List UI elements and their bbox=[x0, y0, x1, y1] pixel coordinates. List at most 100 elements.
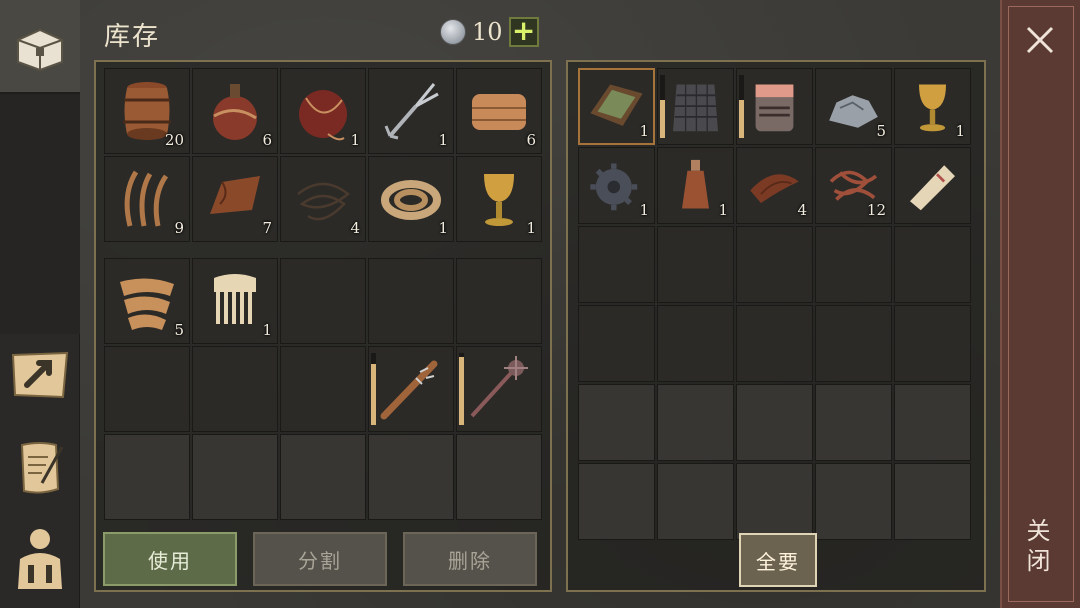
empty-slot[interactable] bbox=[736, 305, 813, 382]
empty-slot[interactable] bbox=[456, 258, 542, 344]
inventory-slot[interactable]: 4 bbox=[736, 147, 813, 224]
empty-slot[interactable] bbox=[456, 434, 542, 520]
close-label[interactable]: 关闭 bbox=[1019, 518, 1054, 578]
empty-slot[interactable] bbox=[815, 226, 892, 303]
silk-fabric-icon bbox=[111, 265, 183, 337]
item-quantity: 9 bbox=[174, 219, 184, 237]
waterskin-icon bbox=[287, 75, 359, 147]
empty-slot[interactable] bbox=[657, 384, 734, 461]
empty-slot[interactable] bbox=[736, 384, 813, 461]
inventory-grid: 20 6 1 1 6 9 7 4 1 1 bbox=[104, 68, 542, 242]
item-quantity: 20 bbox=[164, 131, 184, 149]
empty-slot[interactable] bbox=[815, 305, 892, 382]
empty-slot[interactable] bbox=[578, 305, 655, 382]
mace-icon bbox=[463, 353, 535, 425]
empty-slot[interactable] bbox=[894, 305, 971, 382]
gourd-flask-icon bbox=[199, 75, 271, 147]
item-quantity: 1 bbox=[526, 219, 536, 237]
item-quantity: 1 bbox=[350, 131, 360, 149]
inventory-slot[interactable]: 1 bbox=[280, 68, 366, 154]
empty-slot[interactable] bbox=[736, 226, 813, 303]
empty-slot[interactable] bbox=[280, 434, 366, 520]
inventory-slot[interactable]: 1 bbox=[368, 68, 454, 154]
item-quantity: 4 bbox=[797, 201, 807, 219]
sidebar-divider bbox=[0, 94, 80, 334]
empty-slot[interactable] bbox=[578, 384, 655, 461]
inventory-slot[interactable]: 5 bbox=[815, 68, 892, 145]
item-quantity: 5 bbox=[174, 321, 184, 339]
tab-character[interactable] bbox=[0, 515, 80, 605]
empty-slot[interactable] bbox=[578, 226, 655, 303]
sidebar bbox=[0, 0, 80, 608]
inventory-slot[interactable]: 1 bbox=[578, 68, 655, 145]
inventory-slot[interactable] bbox=[736, 68, 813, 145]
durability-bar bbox=[660, 75, 665, 138]
inventory-slot[interactable]: 1 bbox=[578, 147, 655, 224]
empty-slot[interactable] bbox=[657, 305, 734, 382]
empty-slot[interactable] bbox=[894, 384, 971, 461]
inventory-slot[interactable] bbox=[894, 147, 971, 224]
empty-slot[interactable] bbox=[368, 434, 454, 520]
empty-slot[interactable] bbox=[104, 346, 190, 432]
add-currency-button[interactable]: + bbox=[508, 17, 539, 47]
inventory-slot[interactable]: 1 bbox=[456, 156, 542, 242]
inventory-slot[interactable] bbox=[456, 346, 542, 432]
tab-crafting[interactable] bbox=[0, 335, 80, 415]
leather-scrap-icon bbox=[199, 163, 271, 235]
item-quantity: 1 bbox=[262, 321, 272, 339]
inventory-slot[interactable]: 1 bbox=[368, 156, 454, 242]
inventory-slot[interactable]: 9 bbox=[104, 156, 190, 242]
take-all-button[interactable]: 全要 bbox=[739, 533, 817, 587]
empty-slot[interactable] bbox=[815, 384, 892, 461]
empty-slot[interactable] bbox=[280, 258, 366, 344]
item-quantity: 1 bbox=[718, 201, 728, 219]
item-quantity: 6 bbox=[262, 131, 272, 149]
empty-slot[interactable] bbox=[894, 226, 971, 303]
currency-display: 10 + bbox=[440, 17, 539, 47]
inventory-slot[interactable]: 20 bbox=[104, 68, 190, 154]
empty-slot[interactable] bbox=[894, 463, 971, 540]
durability-bar bbox=[371, 353, 376, 425]
empty-slot[interactable] bbox=[815, 463, 892, 540]
inventory-slot[interactable]: 6 bbox=[192, 68, 278, 154]
empty-slot[interactable] bbox=[657, 463, 734, 540]
inventory-slot[interactable]: 4 bbox=[280, 156, 366, 242]
inventory-slot[interactable]: 7 bbox=[192, 156, 278, 242]
great-helm-icon bbox=[743, 75, 806, 138]
empty-slot[interactable] bbox=[192, 346, 278, 432]
empty-slot[interactable] bbox=[657, 226, 734, 303]
bone-comb-icon bbox=[199, 265, 271, 337]
close-icon[interactable] bbox=[1022, 22, 1058, 58]
item-quantity: 1 bbox=[639, 201, 649, 219]
delete-button[interactable]: 删除 bbox=[403, 532, 537, 586]
empty-slot[interactable] bbox=[280, 346, 366, 432]
inventory-slot[interactable]: 5 bbox=[104, 258, 190, 344]
fiber-strands-icon bbox=[111, 163, 183, 235]
use-button[interactable]: 使用 bbox=[103, 532, 237, 586]
item-quantity: 5 bbox=[876, 122, 886, 140]
inventory-slot[interactable] bbox=[368, 346, 454, 432]
empty-slot[interactable] bbox=[578, 463, 655, 540]
durability-bar bbox=[459, 353, 464, 425]
empty-slot[interactable] bbox=[736, 463, 813, 540]
inventory-slot[interactable]: 1 bbox=[894, 68, 971, 145]
rope-coil-icon bbox=[375, 163, 447, 235]
empty-slot[interactable] bbox=[368, 258, 454, 344]
item-quantity: 1 bbox=[955, 122, 965, 140]
inventory-slot[interactable]: 1 bbox=[192, 258, 278, 344]
item-quantity: 1 bbox=[639, 122, 649, 140]
split-button[interactable]: 分割 bbox=[253, 532, 387, 586]
item-quantity: 1 bbox=[438, 131, 448, 149]
item-quantity: 6 bbox=[526, 131, 536, 149]
empty-slot[interactable] bbox=[192, 434, 278, 520]
inventory-slot[interactable]: 6 bbox=[456, 68, 542, 154]
inventory-slot[interactable]: 1 bbox=[657, 147, 734, 224]
empty-slot[interactable] bbox=[104, 434, 190, 520]
tab-quests[interactable] bbox=[0, 425, 80, 510]
inventory-slot[interactable]: 12 bbox=[815, 147, 892, 224]
inventory-slot[interactable] bbox=[657, 68, 734, 145]
page-title: 库存 bbox=[104, 22, 161, 52]
close-panel[interactable]: 关闭 bbox=[1000, 0, 1080, 608]
paper-roll-icon bbox=[901, 154, 964, 217]
tab-inventory[interactable] bbox=[0, 0, 80, 94]
